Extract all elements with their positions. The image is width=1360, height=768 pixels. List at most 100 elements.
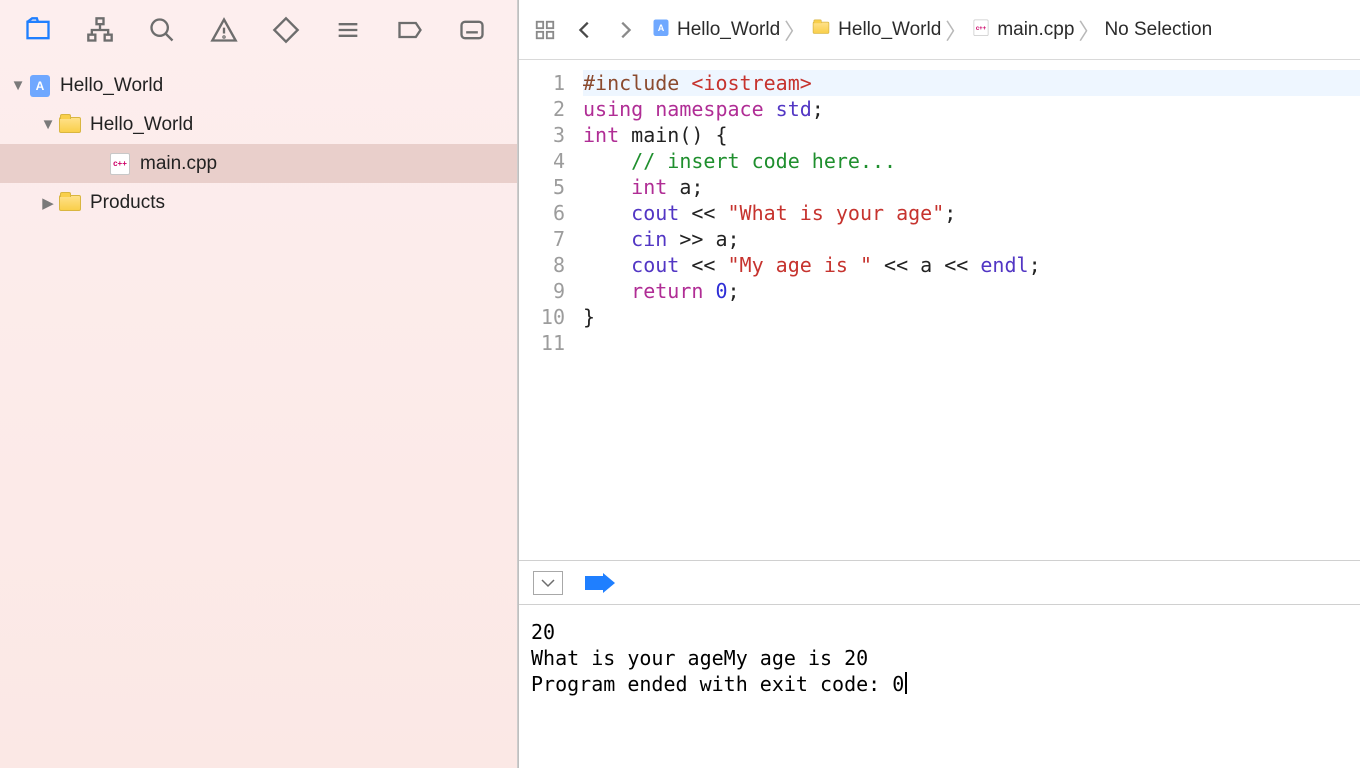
related-items-icon[interactable] bbox=[531, 16, 559, 44]
breadcrumb-segment[interactable]: No Selection bbox=[1104, 19, 1212, 41]
project-navigator-icon[interactable] bbox=[22, 14, 54, 46]
token: ; bbox=[812, 97, 824, 121]
code-line[interactable]: int a; bbox=[583, 174, 1360, 200]
breadcrumb-label: No Selection bbox=[1104, 19, 1212, 41]
jump-bar: Hello_World〉Hello_World〉main.cpp〉No Sele… bbox=[519, 0, 1360, 60]
forward-button[interactable] bbox=[611, 16, 639, 44]
project-icon bbox=[28, 74, 52, 98]
token bbox=[583, 201, 631, 225]
chevron-right-icon: 〉 bbox=[941, 14, 971, 46]
token: <iostream> bbox=[691, 71, 811, 95]
line-number: 3 bbox=[519, 122, 565, 148]
console-toggle-button[interactable] bbox=[533, 571, 563, 595]
line-number: 11 bbox=[519, 330, 565, 356]
token: << bbox=[679, 253, 727, 277]
token: } bbox=[583, 305, 595, 329]
code-line[interactable]: cout << "What is your age"; bbox=[583, 200, 1360, 226]
disclosure-triangle-icon[interactable]: ▶ bbox=[38, 194, 58, 212]
folder-icon bbox=[813, 21, 830, 38]
continue-execution-icon[interactable] bbox=[585, 573, 615, 593]
disclosure-triangle-icon[interactable]: ▼ bbox=[38, 116, 58, 133]
code-editor[interactable]: 1234567891011 #include <iostream>using n… bbox=[519, 60, 1360, 560]
token: ; bbox=[1029, 253, 1041, 277]
line-number: 8 bbox=[519, 252, 565, 278]
console-line: What is your ageMy age is 20 bbox=[531, 645, 1348, 671]
chevron-right-icon: 〉 bbox=[780, 14, 810, 46]
search-icon[interactable] bbox=[146, 14, 178, 46]
token: using bbox=[583, 97, 655, 121]
navigator-pane: ▼Hello_World▼Hello_World main.cpp ▶ Product… bbox=[0, 0, 518, 768]
line-number: 1 bbox=[519, 70, 565, 96]
tests-icon[interactable] bbox=[270, 14, 302, 46]
console-output[interactable]: 20What is your ageMy age is 20Program en… bbox=[519, 604, 1360, 768]
code-line[interactable]: return 0; bbox=[583, 278, 1360, 304]
project-icon bbox=[654, 19, 669, 40]
breadcrumb-segment[interactable]: main.cpp bbox=[971, 16, 1074, 44]
line-number: 5 bbox=[519, 174, 565, 200]
console-line: Program ended with exit code: 0 bbox=[531, 671, 1348, 697]
code-line[interactable]: using namespace std; bbox=[583, 96, 1360, 122]
code-line[interactable]: int main() { bbox=[583, 122, 1360, 148]
line-number: 4 bbox=[519, 148, 565, 174]
text-cursor bbox=[905, 672, 907, 694]
reports-icon[interactable] bbox=[456, 14, 488, 46]
line-number: 9 bbox=[519, 278, 565, 304]
token: cin bbox=[631, 227, 667, 251]
code-line[interactable] bbox=[583, 330, 1360, 356]
code-line[interactable]: } bbox=[583, 304, 1360, 330]
token bbox=[583, 149, 631, 173]
token: >> a; bbox=[667, 227, 739, 251]
code-line[interactable]: cin >> a; bbox=[583, 226, 1360, 252]
tree-item-products[interactable]: ▶ Products bbox=[0, 183, 517, 222]
token bbox=[703, 279, 715, 303]
tree-item-label: Products bbox=[90, 192, 165, 214]
code-content[interactable]: #include <iostream>using namespace std;i… bbox=[575, 60, 1360, 560]
debug-icon[interactable] bbox=[332, 14, 364, 46]
token: << bbox=[679, 201, 727, 225]
line-number: 7 bbox=[519, 226, 565, 252]
issues-icon[interactable] bbox=[208, 14, 240, 46]
token: int bbox=[583, 123, 619, 147]
line-number: 10 bbox=[519, 304, 565, 330]
source-control-icon[interactable] bbox=[84, 14, 116, 46]
token: namespace bbox=[655, 97, 775, 121]
tree-item-hello_world[interactable]: ▼Hello_World bbox=[0, 66, 517, 105]
token: 0 bbox=[715, 279, 727, 303]
project-tree[interactable]: ▼Hello_World▼Hello_World main.cpp ▶ Product… bbox=[0, 60, 517, 768]
cpp-file-icon bbox=[108, 152, 132, 176]
breadcrumb-label: main.cpp bbox=[997, 19, 1074, 41]
breadcrumb-segment[interactable]: Hello_World bbox=[810, 19, 941, 41]
tree-item-label: main.cpp bbox=[140, 153, 217, 175]
token bbox=[583, 253, 631, 277]
token: cout bbox=[631, 253, 679, 277]
token: << a << bbox=[872, 253, 980, 277]
console-line: 20 bbox=[531, 619, 1348, 645]
tree-item-hello_world[interactable]: ▼Hello_World bbox=[0, 105, 517, 144]
token: a; bbox=[667, 175, 703, 199]
back-button[interactable] bbox=[571, 16, 599, 44]
folder-icon bbox=[58, 113, 82, 137]
token: ; bbox=[944, 201, 956, 225]
token: return bbox=[631, 279, 703, 303]
breadcrumb-segment[interactable]: Hello_World bbox=[651, 16, 780, 44]
debug-bar bbox=[519, 560, 1360, 604]
disclosure-triangle-icon[interactable]: ▼ bbox=[8, 77, 28, 94]
code-line[interactable]: cout << "My age is " << a << endl; bbox=[583, 252, 1360, 278]
token bbox=[583, 175, 631, 199]
token: "My age is " bbox=[728, 253, 873, 277]
token: endl bbox=[980, 253, 1028, 277]
token: std bbox=[776, 97, 812, 121]
navigator-toolbar bbox=[0, 0, 517, 60]
code-line[interactable]: #include <iostream> bbox=[583, 70, 1360, 96]
token bbox=[583, 279, 631, 303]
token: "What is your age" bbox=[728, 201, 945, 225]
tree-item-main-cpp[interactable]: main.cpp bbox=[0, 144, 517, 183]
token: ; bbox=[728, 279, 740, 303]
breakpoints-icon[interactable] bbox=[394, 14, 426, 46]
code-line[interactable]: // insert code here... bbox=[583, 148, 1360, 174]
breadcrumb[interactable]: Hello_World〉Hello_World〉main.cpp〉No Sele… bbox=[651, 14, 1212, 46]
token: #include bbox=[583, 71, 691, 95]
token bbox=[583, 227, 631, 251]
token: cout bbox=[631, 201, 679, 225]
cpp-file-icon bbox=[974, 19, 989, 40]
